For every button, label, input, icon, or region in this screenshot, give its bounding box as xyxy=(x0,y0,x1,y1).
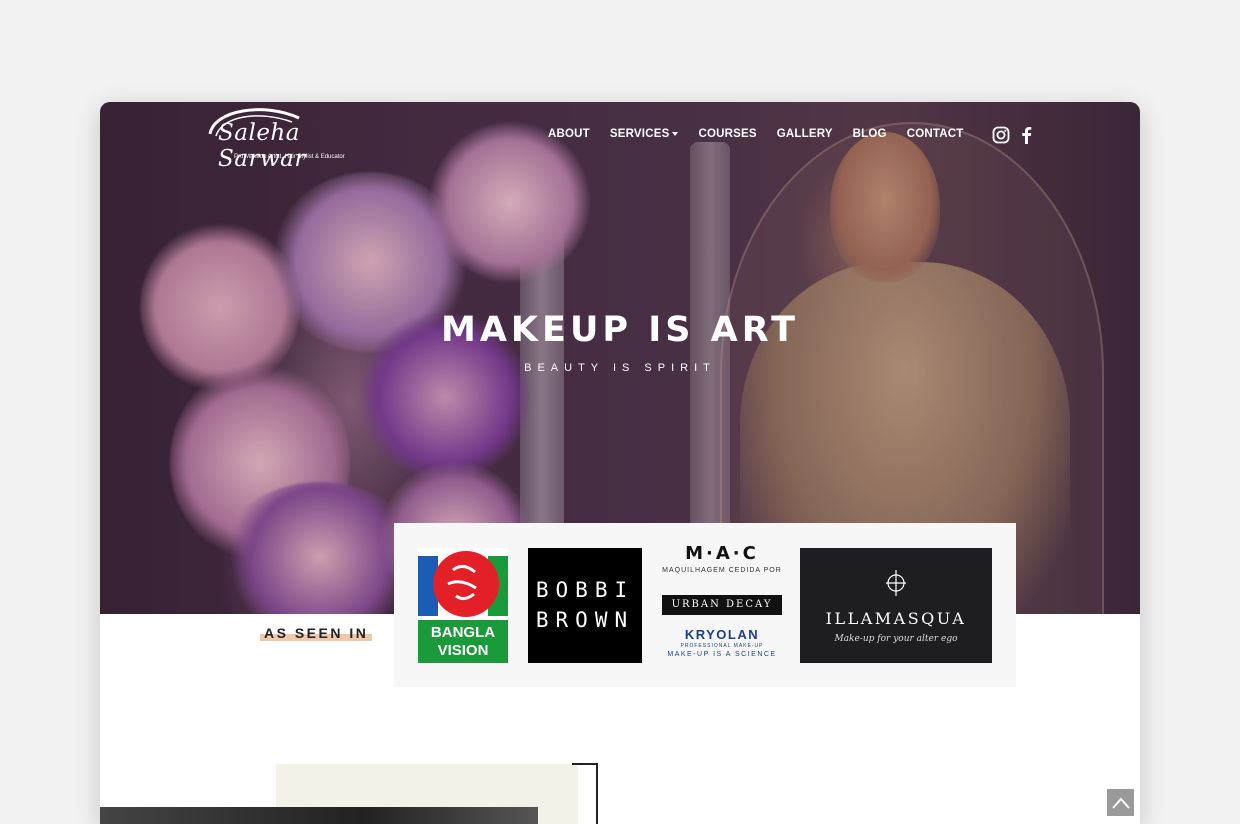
scroll-to-top-button[interactable] xyxy=(1107,789,1134,816)
nav-contact[interactable]: CONTACT xyxy=(907,128,964,140)
hero-title: MAKEUP IS ART xyxy=(441,310,799,350)
kryolan-tagline: MAKE-UP IS A SCIENCE xyxy=(667,651,777,658)
chevron-up-icon xyxy=(1111,796,1130,809)
site-logo[interactable]: Saleha Sarwar Pro Makeup Artist, Hair St… xyxy=(204,104,384,172)
nav-gallery[interactable]: GALLERY xyxy=(777,128,833,140)
kryolan-logo: KRYOLAN PROFESSIONAL MAKE-UP MAKE-UP IS … xyxy=(662,628,782,665)
logo-name: Saleha Sarwar xyxy=(218,120,306,172)
hero-subtitle: BEAUTY IS SPIRIT xyxy=(524,362,716,374)
urban-decay-logo: URBAN DECAY xyxy=(662,595,782,615)
nav-services-label: SERVICES xyxy=(609,128,670,140)
bangla-vision-label: BANGLA VISION xyxy=(430,624,496,659)
about-photo xyxy=(100,807,538,824)
decorative-frame-line xyxy=(572,763,598,824)
bobbi-brown-logo: BOBBI BROWN xyxy=(528,548,642,663)
mac-caption: MAQUILHAGEM CEDIDA POR xyxy=(662,567,782,574)
kryolan-sub: PROFESSIONAL MAKE-UP xyxy=(680,643,764,649)
browser-frame: Saleha Sarwar Pro Makeup Artist, Hair St… xyxy=(100,102,1140,824)
main-nav: ABOUT SERVICES COURSES GALLERY BLOG CONT… xyxy=(548,128,983,140)
nav-services[interactable]: SERVICES xyxy=(610,128,679,140)
social-links xyxy=(992,126,1042,144)
nav-about[interactable]: ABOUT xyxy=(548,128,590,140)
bangla-vision-logo: BANGLA VISION xyxy=(418,548,508,663)
as-seen-in-heading: AS SEEN IN xyxy=(260,625,373,641)
nav-blog[interactable]: BLOG xyxy=(853,128,887,140)
illamasqua-logo: ILLAMASQUA Make-up for your alter ego xyxy=(800,548,992,663)
brand-logos-panel: BANGLA VISION BOBBI BROWN M·A·C MAQUILHA… xyxy=(394,523,1016,687)
sponsor-logo-stack: M·A·C MAQUILHAGEM CEDIDA POR URBAN DECAY… xyxy=(658,543,786,665)
nav-courses[interactable]: COURSES xyxy=(698,128,756,140)
mac-logo: M·A·C xyxy=(685,543,759,564)
instagram-icon[interactable] xyxy=(992,126,1010,144)
illamasqua-label: ILLAMASQUA xyxy=(825,609,967,628)
kryolan-label: KRYOLAN xyxy=(684,627,760,642)
facebook-icon[interactable] xyxy=(1020,126,1032,144)
illamasqua-emblem-icon xyxy=(886,570,906,596)
bobbi-brown-line1: BOBBI xyxy=(535,578,635,602)
illamasqua-tagline: Make-up for your alter ego xyxy=(834,634,958,644)
chevron-down-icon xyxy=(672,131,679,136)
logo-tagline: Pro Makeup Artist, Hair Stylist & Educat… xyxy=(234,154,345,160)
bobbi-brown-line2: BROWN xyxy=(535,608,635,632)
